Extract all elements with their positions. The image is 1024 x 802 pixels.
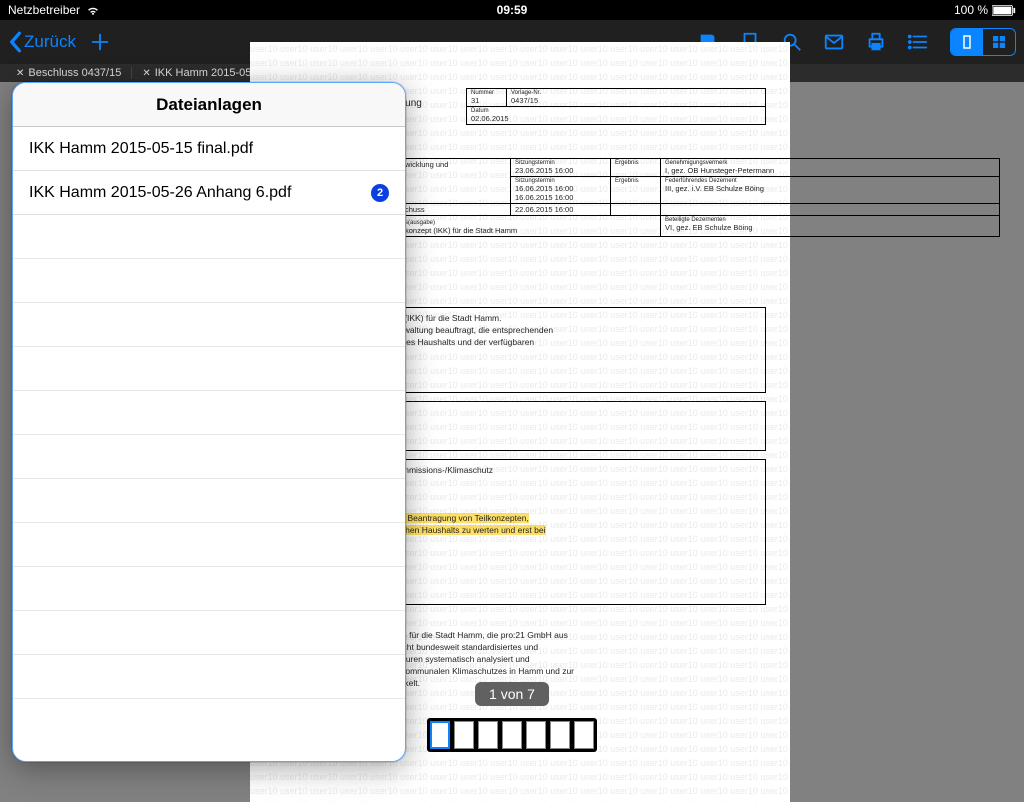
list-separator: [13, 347, 405, 391]
list-separator: [13, 611, 405, 655]
battery-icon: [992, 3, 1016, 17]
attachments-popover: Dateianlagen IKK Hamm 2015-05-15 final.p…: [12, 82, 406, 762]
list-icon[interactable]: [904, 28, 932, 56]
page-thumbnail[interactable]: [574, 721, 594, 749]
tab-item[interactable]: ✕ Beschluss 0437/15: [6, 67, 132, 79]
list-separator: [13, 567, 405, 611]
grid-view[interactable]: [983, 29, 1015, 55]
list-separator: [13, 435, 405, 479]
close-icon[interactable]: ✕: [142, 68, 150, 79]
battery-label: 100 %: [954, 3, 988, 17]
attachment-label: IKK Hamm 2015-05-26 Anhang 6.pdf: [29, 184, 291, 202]
add-button[interactable]: [86, 28, 114, 56]
list-separator: [13, 215, 405, 259]
back-button[interactable]: Zurück: [8, 31, 76, 53]
page-indicator: 1 von 7: [475, 682, 549, 706]
statusbar-time: 09:59: [344, 3, 680, 17]
page-thumbnail[interactable]: [550, 721, 570, 749]
tab-label: Beschluss 0437/15: [28, 67, 121, 79]
attachment-badge: 2: [371, 184, 389, 202]
list-separator: [13, 479, 405, 523]
mail-icon[interactable]: [820, 28, 848, 56]
back-label: Zurück: [24, 32, 76, 52]
carrier-label: Netzbetreiber: [8, 3, 80, 17]
list-separator: [13, 523, 405, 567]
popover-title: Dateianlagen: [13, 83, 405, 127]
attachment-item[interactable]: IKK Hamm 2015-05-26 Anhang 6.pdf 2: [13, 171, 405, 215]
print-icon[interactable]: [862, 28, 890, 56]
ios-status-bar: Netzbetreiber 09:59 100 %: [0, 0, 1024, 20]
page-thumbnail[interactable]: [502, 721, 522, 749]
list-separator: [13, 655, 405, 699]
attachment-label: IKK Hamm 2015-05-15 final.pdf: [29, 140, 253, 158]
thumbnail-strip: [427, 718, 597, 752]
list-separator: [13, 259, 405, 303]
close-icon[interactable]: ✕: [16, 68, 24, 79]
page-thumbnail[interactable]: [430, 721, 450, 749]
view-mode-segment: [950, 28, 1016, 56]
attachments-list: IKK Hamm 2015-05-15 final.pdf IKK Hamm 2…: [13, 127, 405, 699]
single-page-view[interactable]: [951, 29, 983, 55]
list-separator: [13, 391, 405, 435]
page-thumbnail[interactable]: [478, 721, 498, 749]
page-thumbnail[interactable]: [526, 721, 546, 749]
page-thumbnail[interactable]: [454, 721, 474, 749]
attachment-item[interactable]: IKK Hamm 2015-05-15 final.pdf: [13, 127, 405, 171]
list-separator: [13, 303, 405, 347]
wifi-icon: [86, 3, 100, 17]
